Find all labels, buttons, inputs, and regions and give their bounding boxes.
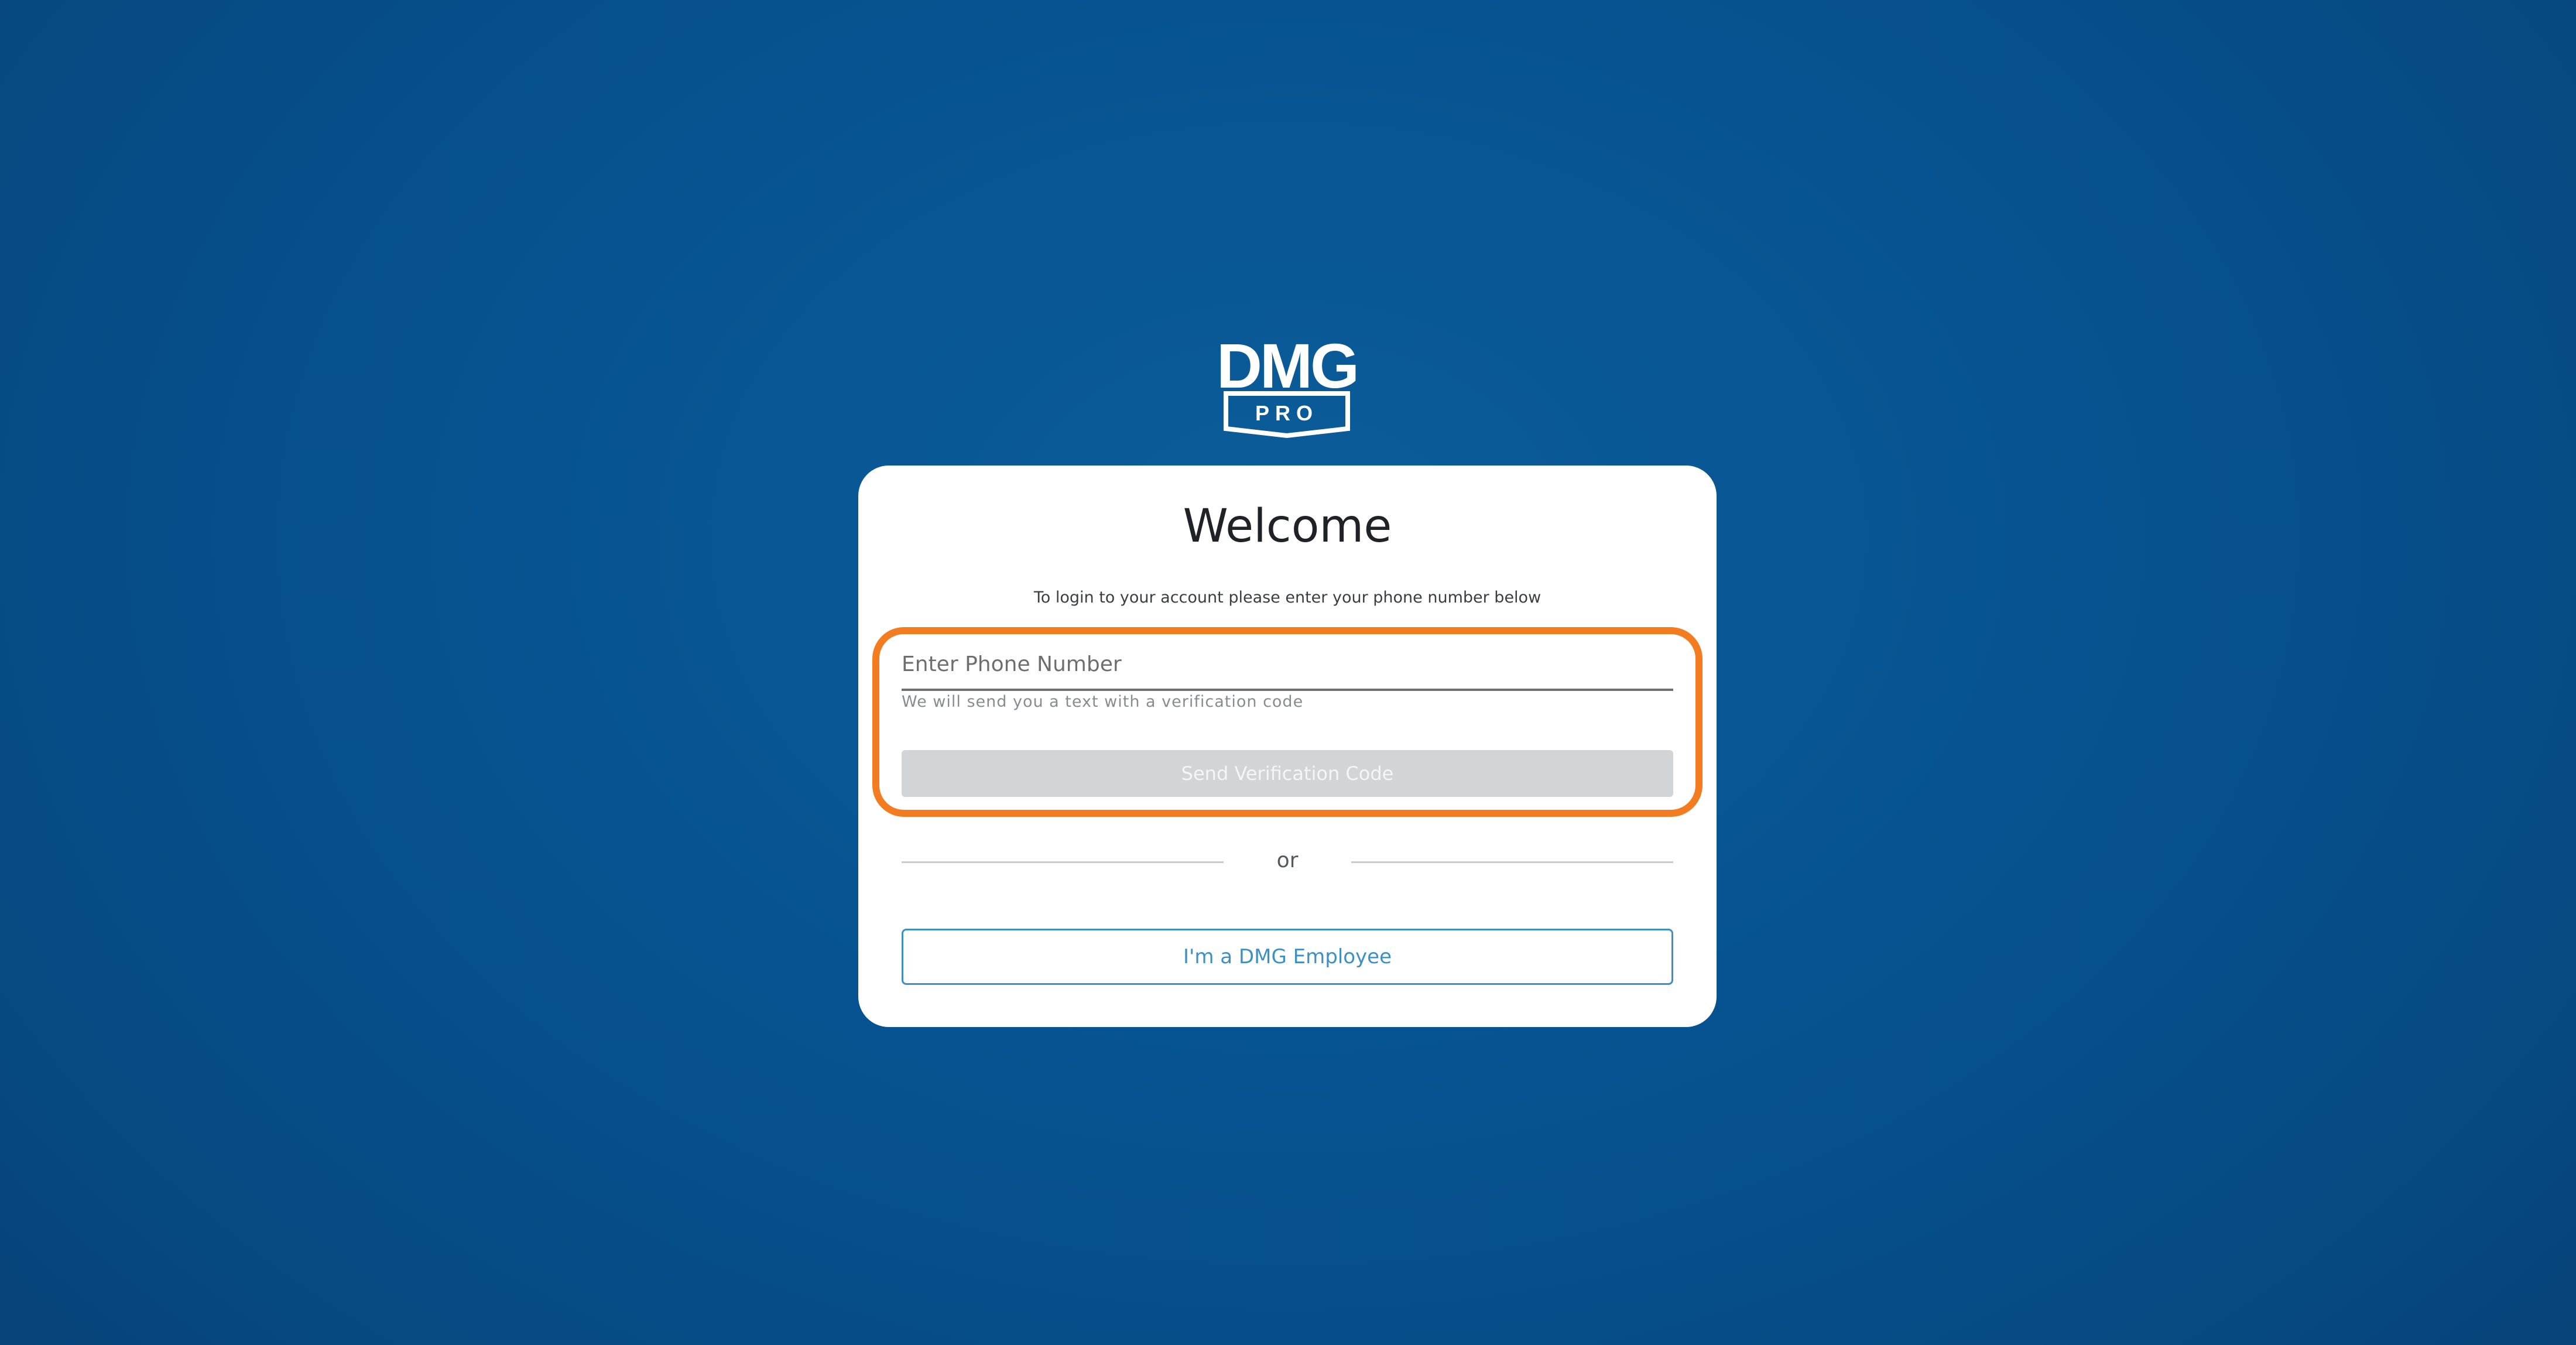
dmg-pro-logo: DMG PRO (1198, 330, 1376, 439)
login-instructions: To login to your account please enter yo… (1033, 588, 1542, 607)
login-card: Welcome To login to your account please … (858, 466, 1717, 1027)
send-verification-code-button[interactable]: Send Verification Code (902, 750, 1673, 797)
divider-or-text: or (1276, 848, 1299, 872)
logo-subtext: PRO (1255, 401, 1318, 425)
phone-number-input[interactable] (902, 644, 1673, 691)
divider-line-right (1351, 861, 1673, 863)
dmg-employee-login-button[interactable]: I'm a DMG Employee (902, 929, 1673, 985)
page-title: Welcome (1183, 500, 1392, 553)
phone-helper-text: We will send you a text with a verificat… (902, 693, 1304, 711)
